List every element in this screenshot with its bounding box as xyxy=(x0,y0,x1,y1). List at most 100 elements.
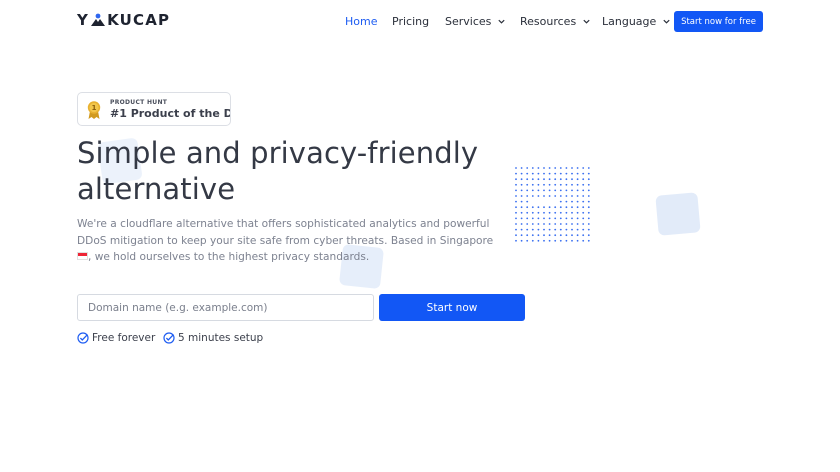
logo[interactable]: Y KUCAP xyxy=(77,10,170,30)
grid-dot xyxy=(554,178,557,181)
grid-dot xyxy=(537,206,540,209)
grid-dot xyxy=(515,211,517,214)
grid-dot xyxy=(571,183,573,186)
grid-dot xyxy=(559,183,562,186)
grid-dot xyxy=(531,211,534,214)
grid-dot xyxy=(576,239,579,242)
nav-resources[interactable]: Resources xyxy=(520,10,591,32)
grid-dot xyxy=(576,234,579,237)
logo-text-left: Y xyxy=(77,11,90,29)
grid-dot xyxy=(571,200,573,203)
grid-dot xyxy=(565,183,568,186)
grid-dot xyxy=(576,183,579,186)
grid-dot xyxy=(582,167,585,169)
grid-dot xyxy=(565,239,568,242)
grid-dot xyxy=(531,217,534,220)
grid-dot xyxy=(554,239,557,242)
domain-input[interactable] xyxy=(77,294,374,321)
grid-dot xyxy=(565,228,568,231)
grid-dot xyxy=(537,189,540,192)
grid-dot xyxy=(587,239,590,242)
grid-dot xyxy=(526,172,529,175)
singapore-flag-icon xyxy=(77,252,88,260)
grid-dot xyxy=(531,223,534,225)
grid-dot xyxy=(565,189,568,192)
grid-dot xyxy=(531,195,534,197)
grid-dot xyxy=(531,183,534,186)
nav-services-label: Services xyxy=(445,14,492,28)
grid-dot xyxy=(526,183,529,186)
grid-dot xyxy=(520,189,523,192)
grid-dot xyxy=(554,189,557,192)
grid-dot xyxy=(543,206,545,209)
grid-dot xyxy=(559,239,562,242)
grid-dot xyxy=(559,223,562,225)
grid-dot xyxy=(520,211,523,214)
grid-dot xyxy=(582,189,585,192)
nav-services[interactable]: Services xyxy=(445,10,506,32)
grid-dot xyxy=(526,167,529,169)
grid-dot xyxy=(531,167,534,169)
grid-dot xyxy=(554,172,557,175)
grid-dot xyxy=(543,223,545,225)
grid-dot xyxy=(565,234,568,237)
start-free-button[interactable]: Start now for free xyxy=(674,11,763,32)
hero-description: We're a cloudflare alternative that offe… xyxy=(77,216,507,266)
grid-dot xyxy=(587,206,590,209)
grid-dot xyxy=(537,195,540,197)
logo-mark-icon xyxy=(90,13,106,27)
nav-language-label: Language xyxy=(602,14,657,28)
grid-dot xyxy=(526,200,529,203)
grid-dot xyxy=(571,178,573,181)
grid-dot xyxy=(537,234,540,237)
grid-dot xyxy=(526,217,529,220)
grid-dot xyxy=(515,228,517,231)
grid-dot xyxy=(559,172,562,175)
grid-dot xyxy=(537,228,540,231)
grid-dot xyxy=(587,200,590,203)
grid-dot xyxy=(548,234,551,237)
grid-dot xyxy=(582,239,585,242)
start-now-button[interactable]: Start now xyxy=(379,294,525,321)
grid-dot xyxy=(537,217,540,220)
grid-dot xyxy=(526,239,529,242)
grid-dot xyxy=(576,200,579,203)
grid-dot xyxy=(582,195,585,197)
grid-dot xyxy=(531,178,534,181)
grid-dot xyxy=(548,223,551,225)
grid-dot xyxy=(565,200,568,203)
grid-dot xyxy=(571,172,573,175)
grid-dot xyxy=(554,211,557,214)
grid-dot xyxy=(531,172,534,175)
grid-dot xyxy=(526,206,529,209)
grid-dot xyxy=(582,217,585,220)
grid-dot xyxy=(571,228,573,231)
grid-dot xyxy=(571,211,573,214)
grid-dot xyxy=(543,178,545,181)
grid-dot xyxy=(565,206,568,209)
grid-dot xyxy=(526,234,529,237)
nav-language[interactable]: Language xyxy=(602,10,671,32)
grid-dot xyxy=(543,183,545,186)
grid-dot xyxy=(548,189,551,192)
grid-dot xyxy=(576,206,579,209)
chevron-down-icon xyxy=(583,19,590,24)
feature-free-forever: Free forever xyxy=(77,331,155,345)
grid-dot xyxy=(554,234,557,237)
grid-dot xyxy=(582,228,585,231)
grid-dot xyxy=(543,189,545,192)
grid-dot xyxy=(543,195,545,197)
grid-dot xyxy=(587,167,590,169)
grid-dot xyxy=(559,167,562,169)
grid-dot xyxy=(559,178,562,181)
grid-dot xyxy=(548,195,551,197)
decorative-blob xyxy=(655,192,701,236)
nav-pricing[interactable]: Pricing xyxy=(392,10,429,32)
grid-dot xyxy=(559,234,562,237)
grid-dot xyxy=(520,239,523,242)
grid-dot xyxy=(559,228,562,231)
grid-dot xyxy=(520,223,523,225)
nav-home[interactable]: Home xyxy=(345,10,377,32)
grid-dot xyxy=(582,178,585,181)
product-hunt-badge[interactable]: 1 PRODUCT HUNT #1 Product of the Day xyxy=(77,92,231,126)
